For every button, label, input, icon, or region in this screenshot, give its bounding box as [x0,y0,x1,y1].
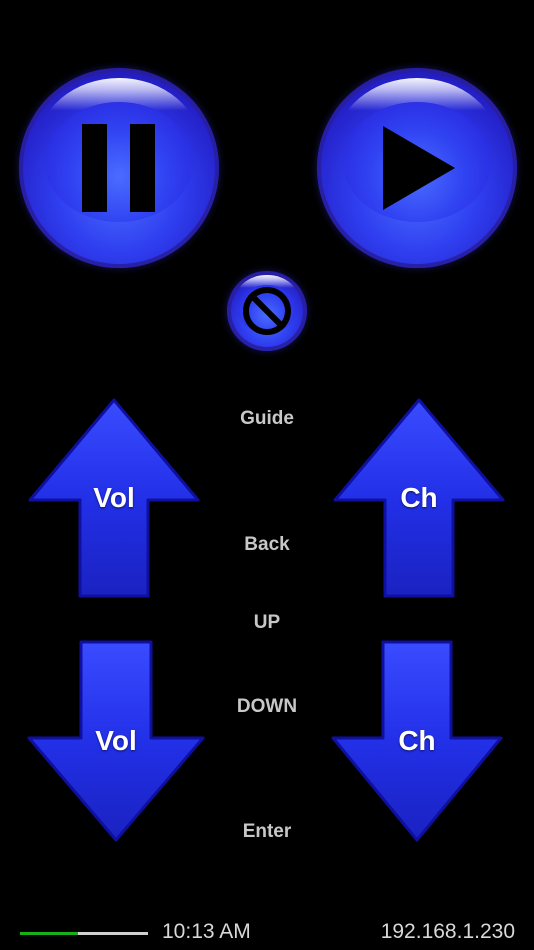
volume-down-button[interactable]: Vol [25,638,207,844]
clock-time: 10:13 AM [162,920,251,943]
enter-button[interactable]: Enter [200,821,334,843]
channel-up-label: Ch [400,482,438,513]
play-button[interactable] [317,68,517,268]
channel-up-button[interactable]: Ch [331,396,507,600]
stop-button[interactable] [227,271,307,351]
channel-down-button[interactable]: Ch [329,638,505,844]
channel-down-label: Ch [398,725,436,756]
ip-address: 192.168.1.230 [380,920,515,943]
gloss-highlight [37,78,201,194]
status-bar: 10:13 AM 192.168.1.230 [0,912,534,950]
connection-progress-bar [20,932,148,935]
pause-button[interactable] [19,68,219,268]
down-button[interactable]: DOWN [200,696,334,718]
play-icon [383,126,455,210]
no-symbol-icon [243,287,291,335]
up-button[interactable]: UP [200,612,334,634]
gloss-mask [45,102,193,222]
back-button[interactable]: Back [200,534,334,556]
guide-button[interactable]: Guide [200,408,334,430]
connection-progress-fill [20,932,78,935]
volume-up-button[interactable]: Vol [26,396,202,600]
volume-up-label: Vol [93,482,135,513]
volume-down-label: Vol [95,725,137,756]
